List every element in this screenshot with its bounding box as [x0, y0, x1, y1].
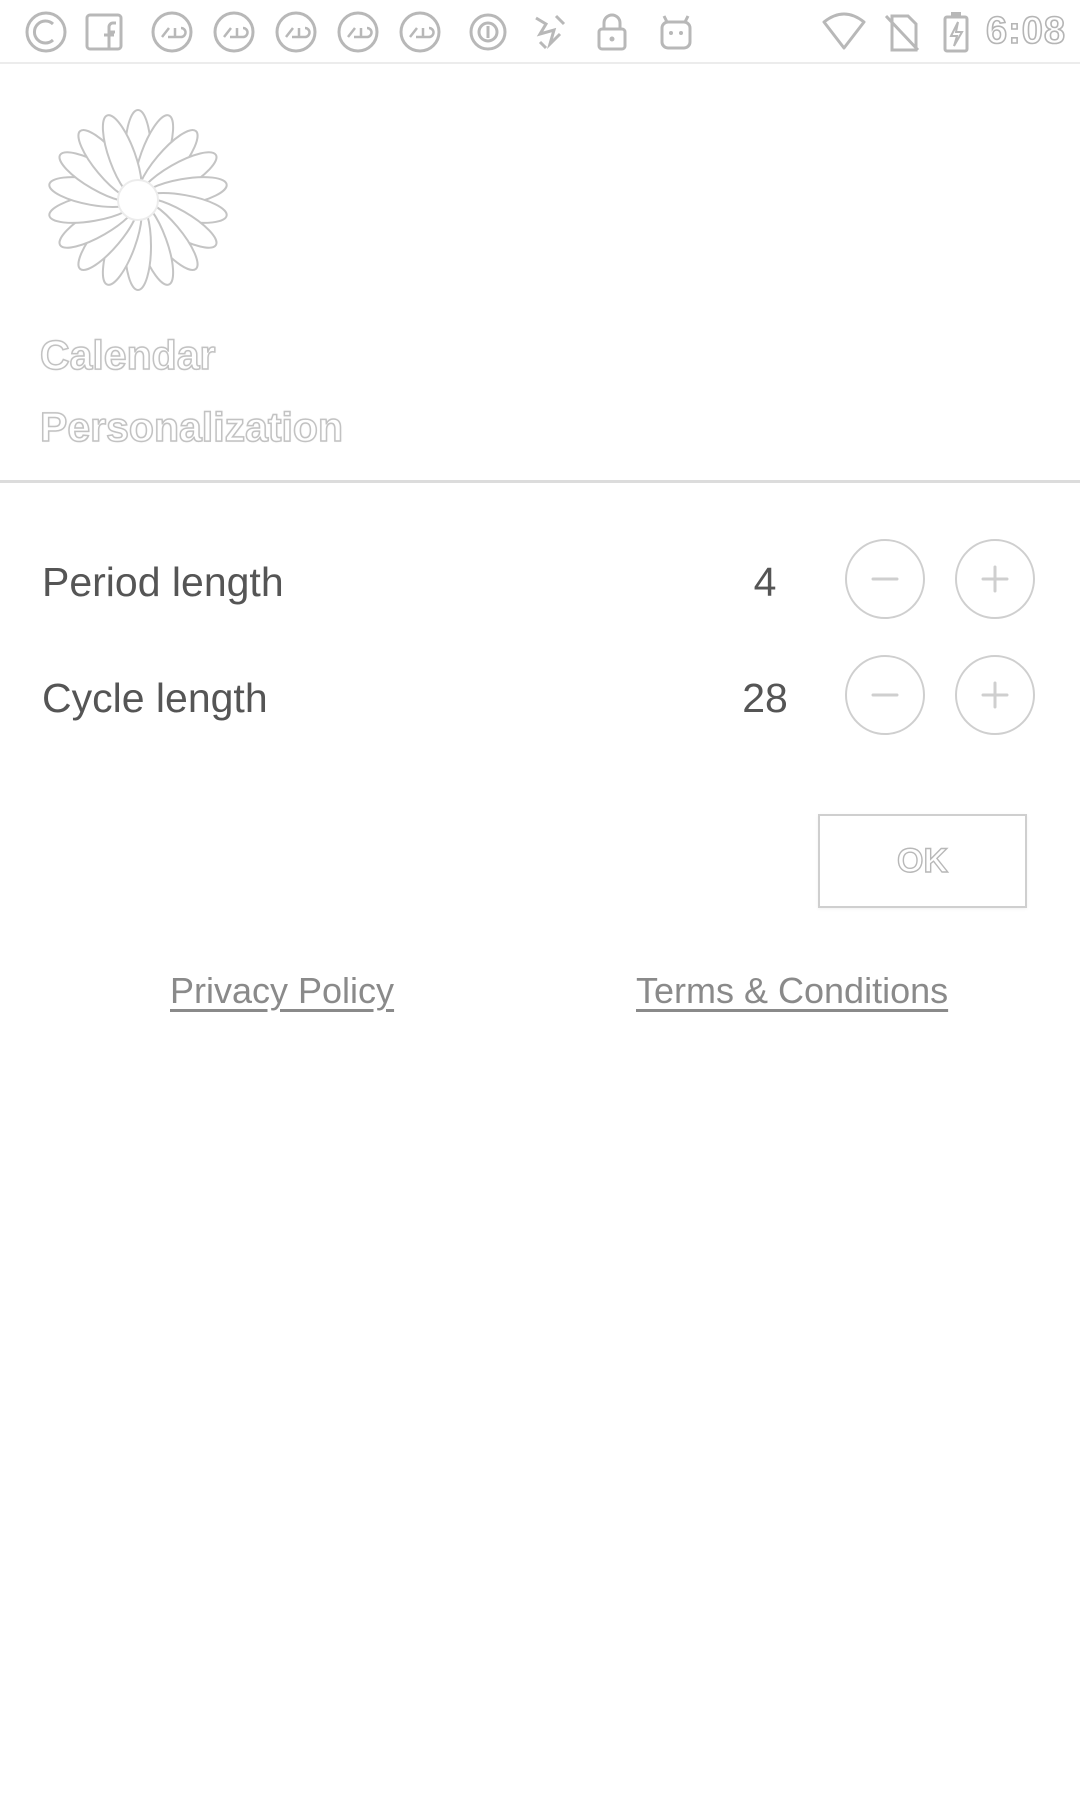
minus-icon — [871, 577, 899, 581]
plus-icon — [981, 681, 1009, 709]
lock-icon — [588, 8, 636, 56]
cycle-length-value: 28 — [742, 675, 788, 721]
header-title-calendar: Calendar — [39, 331, 216, 379]
rto-icon — [396, 8, 444, 56]
wifi-icon — [820, 8, 868, 56]
period-length-label: Period length — [42, 559, 284, 605]
period-length-value: 4 — [753, 559, 777, 605]
no-sim-icon — [878, 8, 926, 56]
period-length-row: Period length 4 — [0, 539, 1080, 631]
facebook-icon — [80, 8, 128, 56]
period-decrement-button[interactable] — [845, 539, 925, 619]
c-app-icon — [22, 8, 70, 56]
cycle-length-row: Cycle length 28 — [0, 655, 1080, 747]
rto-icon — [210, 8, 258, 56]
daisy-flower-icon — [48, 109, 228, 291]
app-header: Calendar Personalization — [0, 64, 1080, 483]
status-time: 6:08 — [985, 9, 1066, 53]
signal-app-icon — [526, 8, 574, 56]
cycle-decrement-button[interactable] — [845, 655, 925, 735]
privacy-policy-link[interactable]: Privacy Policy — [170, 970, 394, 1012]
cycle-length-label: Cycle length — [42, 675, 268, 721]
rto-icon — [334, 8, 382, 56]
status-bar: 6:08 — [0, 0, 1080, 64]
battery-charging-icon — [932, 8, 980, 56]
terms-conditions-link[interactable]: Terms & Conditions — [636, 970, 948, 1012]
ok-button[interactable]: OK — [818, 814, 1027, 908]
period-increment-button[interactable] — [955, 539, 1035, 619]
plus-icon — [981, 565, 1009, 593]
minus-icon — [871, 693, 899, 697]
android-icon — [652, 8, 700, 56]
rto-icon — [272, 8, 320, 56]
header-title-personalization: Personalization — [39, 403, 344, 451]
cycle-increment-button[interactable] — [955, 655, 1035, 735]
circle-app-icon — [464, 8, 512, 56]
rto-icon — [148, 8, 196, 56]
